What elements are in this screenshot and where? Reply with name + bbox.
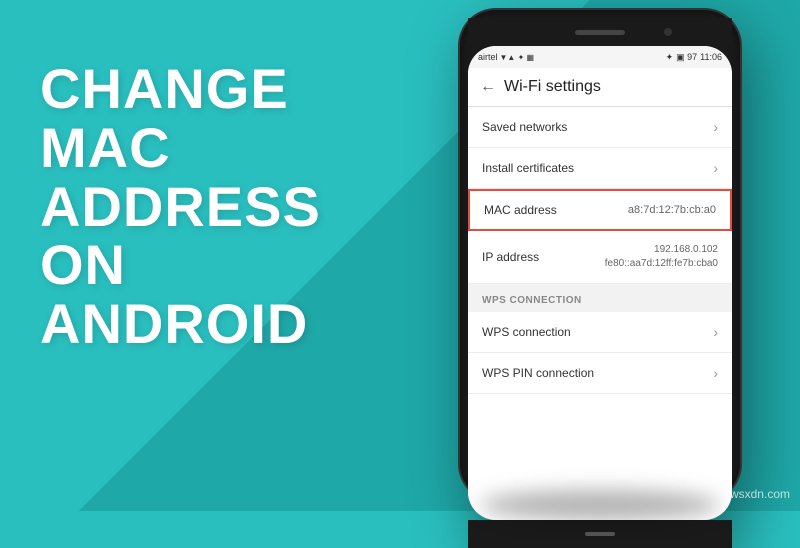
watermark: wsxdn.com	[730, 487, 790, 501]
title-line3: ANDROID	[40, 292, 308, 355]
ip-address-item[interactable]: IP address 192.168.0.102 fe80::aa7d:12ff…	[468, 231, 732, 284]
status-left: airtel ▼▲ ✦ ▦	[478, 52, 534, 62]
wifi-settings-title: Wi-Fi settings	[504, 78, 601, 96]
title-line2: ADDRESS ON	[40, 175, 321, 297]
time-display: 11:06	[700, 52, 722, 62]
ip-v4: 192.168.0.102	[605, 243, 718, 257]
wps-connection-item[interactable]: WPS connection ›	[468, 312, 732, 353]
phone-screen: airtel ▼▲ ✦ ▦ ✦ ▣ 97 11:06 ← Wi-Fi setti…	[468, 46, 732, 520]
phone-speaker	[575, 30, 625, 35]
mac-address-value: a8:7d:12:7b:cb:a0	[628, 204, 716, 216]
saved-networks-label: Saved networks	[482, 120, 567, 134]
saved-networks-item[interactable]: Saved networks ›	[468, 107, 732, 148]
phone-shadow	[480, 490, 720, 520]
install-certificates-item[interactable]: Install certificates ›	[468, 148, 732, 189]
back-arrow-icon[interactable]: ←	[480, 78, 496, 96]
wps-pin-connection-chevron-icon: ›	[713, 365, 718, 381]
mac-address-item[interactable]: MAC address a8:7d:12:7b:cb:a0	[468, 189, 732, 231]
phone-wrapper: airtel ▼▲ ✦ ▦ ✦ ▣ 97 11:06 ← Wi-Fi setti…	[460, 10, 740, 500]
title-line1: CHANGE MAC	[40, 57, 289, 179]
title-text: CHANGE MAC ADDRESS ON ANDROID	[40, 60, 380, 354]
status-right: ✦ ▣ 97 11:06	[666, 52, 722, 63]
phone-top-bar	[468, 18, 732, 46]
wps-connection-label: WPS connection	[482, 325, 571, 339]
phone-home-button[interactable]	[585, 532, 615, 536]
wps-pin-connection-item[interactable]: WPS PIN connection ›	[468, 353, 732, 394]
battery-icon: ▣ 97	[676, 52, 697, 63]
settings-list: Saved networks › Install certificates › …	[468, 107, 732, 520]
bluetooth-icon: ✦	[666, 52, 674, 63]
wps-section-title: WPS CONNECTION	[482, 295, 582, 306]
mac-address-label: MAC address	[484, 203, 557, 217]
saved-networks-chevron-icon: ›	[713, 119, 718, 135]
install-certificates-label: Install certificates	[482, 161, 574, 175]
status-bar: airtel ▼▲ ✦ ▦ ✦ ▣ 97 11:06	[468, 46, 732, 68]
wps-pin-connection-label: WPS PIN connection	[482, 366, 594, 380]
title-area: CHANGE MAC ADDRESS ON ANDROID	[40, 60, 380, 354]
signal-icons: ▼▲ ✦ ▦	[500, 53, 535, 62]
ip-address-value: 192.168.0.102 fe80::aa7d:12ff:fe7b:cba0	[605, 243, 718, 271]
phone: airtel ▼▲ ✦ ▦ ✦ ▣ 97 11:06 ← Wi-Fi setti…	[460, 10, 740, 500]
install-certificates-chevron-icon: ›	[713, 160, 718, 176]
phone-camera	[664, 28, 672, 36]
ip-address-label: IP address	[482, 250, 539, 264]
wps-section-header: WPS CONNECTION	[468, 284, 732, 312]
ip-v6: fe80::aa7d:12ff:fe7b:cba0	[605, 257, 718, 271]
carrier-text: airtel	[478, 52, 498, 62]
wifi-header: ← Wi-Fi settings	[468, 68, 732, 107]
wps-connection-chevron-icon: ›	[713, 324, 718, 340]
phone-bottom-bar	[468, 520, 732, 548]
